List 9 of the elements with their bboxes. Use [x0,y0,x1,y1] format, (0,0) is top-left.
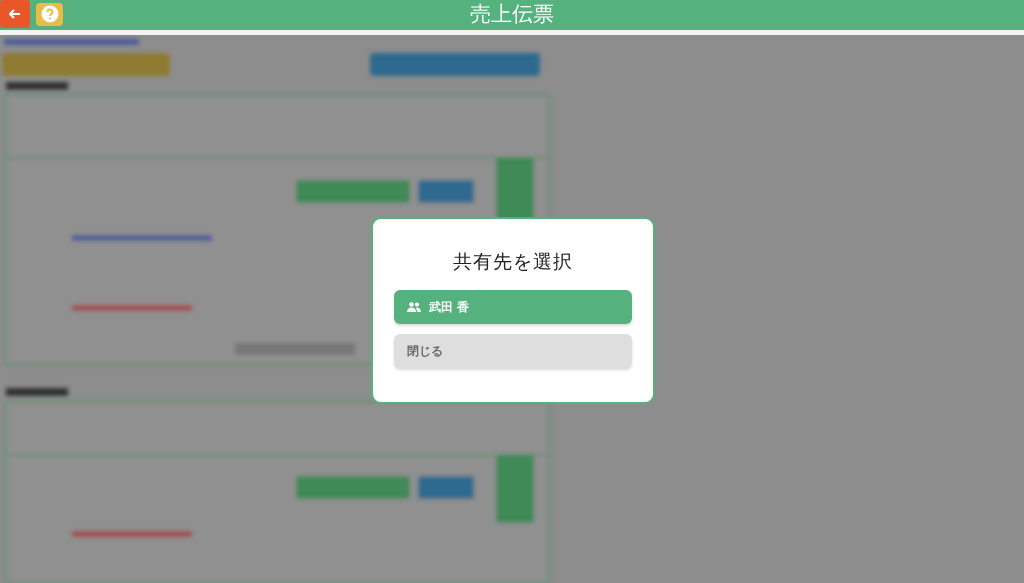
back-button[interactable] [0,0,30,28]
help-button[interactable] [36,2,63,26]
close-button[interactable]: 閉じる [394,334,632,368]
people-icon [407,302,421,312]
recipient-button[interactable]: 武田 香 [394,290,632,324]
page-title: 売上伝票 [470,1,554,27]
dialog-title: 共有先を選択 [453,249,573,273]
help-icon [40,5,59,23]
back-arrow-icon [9,9,21,19]
